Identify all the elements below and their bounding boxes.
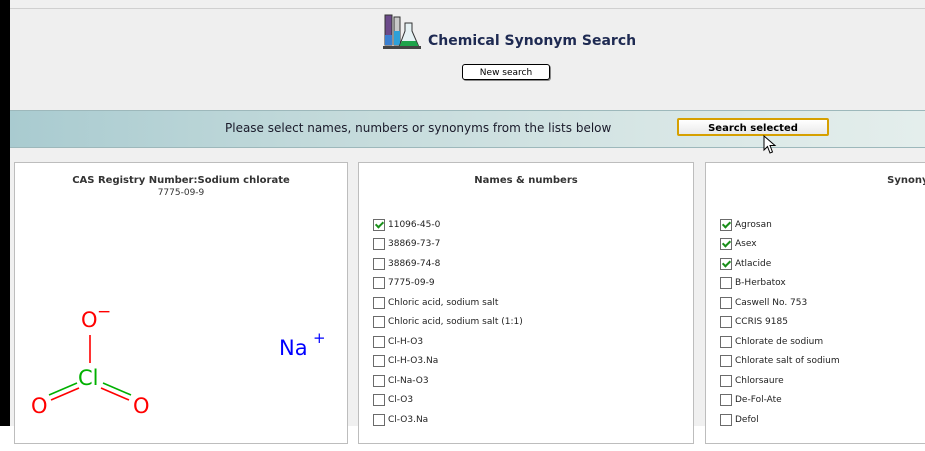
synonyms-list: Agrosan Asex Atlacide B-Herbatox Caswell No.… [720, 215, 840, 430]
checkbox[interactable] [373, 394, 385, 407]
list-item[interactable]: Cl-O3.Na [373, 410, 523, 430]
charge-na: + [313, 329, 326, 347]
molecule-structure: O − Cl O O Na + [31, 302, 326, 418]
list-item[interactable]: 38869-74-8 [373, 254, 523, 274]
search-selected-button[interactable]: Search selected [677, 118, 829, 136]
list-item-label: Chloric acid, sodium salt [388, 297, 499, 308]
list-item-label: Asex [735, 239, 757, 250]
structure-panel: CAS Registry Number:Sodium chlorate 7775… [14, 162, 348, 444]
page-title: Chemical Synonym Search [428, 33, 637, 49]
list-item[interactable]: Asex [720, 235, 840, 255]
list-item[interactable]: Chloric acid, sodium salt (1:1) [373, 313, 523, 333]
list-item-label: Chlorate de sodium [735, 336, 824, 347]
selection-bar: Please select names, numbers or synonyms… [10, 110, 925, 148]
list-item-label: 11096-45-0 [388, 219, 441, 230]
atom-o-top: O [81, 308, 98, 332]
checkbox-checked[interactable] [720, 238, 732, 251]
list-item-label: CCRIS 9185 [735, 317, 788, 328]
atom-cl: Cl [78, 366, 99, 390]
checkbox[interactable] [373, 277, 385, 290]
checkbox[interactable] [373, 335, 385, 348]
list-item[interactable]: Cl-Na-O3 [373, 371, 523, 391]
checkbox-checked[interactable] [720, 218, 732, 231]
mouse-pointer-icon [763, 135, 777, 154]
lab-flasks-icon [383, 14, 421, 49]
checkbox[interactable] [720, 335, 732, 348]
bond-cl-o-left-1 [48, 382, 78, 396]
checkbox[interactable] [373, 296, 385, 309]
checkbox[interactable] [720, 413, 732, 426]
instruction-text: Please select names, numbers or synonyms… [225, 121, 612, 135]
list-item-label: Chloric acid, sodium salt (1:1) [388, 317, 523, 328]
list-item[interactable]: 7775-09-9 [373, 274, 523, 294]
list-item[interactable]: De-Fol-Ate [720, 391, 840, 411]
checkbox[interactable] [373, 238, 385, 251]
atom-na: Na [279, 336, 308, 360]
list-item-label: Cl-O3 [388, 395, 414, 406]
list-item-label: Cl-H-O3.Na [388, 356, 439, 367]
checkbox[interactable] [720, 296, 732, 309]
bond-cl-o-left-2 [50, 387, 80, 401]
list-item[interactable]: Atlacide [720, 254, 840, 274]
list-item-label: Defol [735, 414, 759, 425]
list-item[interactable]: CCRIS 9185 [720, 313, 840, 333]
window-left-border [0, 0, 10, 426]
list-item-label: Cl-Na-O3 [388, 375, 429, 386]
checkbox-checked[interactable] [373, 218, 385, 231]
list-item[interactable]: Caswell No. 753 [720, 293, 840, 313]
list-item-label: 7775-09-9 [388, 278, 435, 289]
checkbox[interactable] [373, 257, 385, 270]
list-item[interactable]: Chlorate salt of sodium [720, 352, 840, 372]
synonyms-heading: Synonyms [887, 175, 925, 186]
list-item-label: Chlorsaure [735, 375, 784, 386]
list-item[interactable]: Cl-H-O3.Na [373, 352, 523, 372]
structure-heading: CAS Registry Number:Sodium chlorate [72, 175, 290, 186]
checkbox[interactable] [373, 355, 385, 368]
list-item[interactable]: Chlorsaure [720, 371, 840, 391]
list-item[interactable]: 38869-73-7 [373, 235, 523, 255]
checkbox[interactable] [720, 316, 732, 329]
checkbox[interactable] [720, 277, 732, 290]
bond-cl-o-right-1 [102, 382, 132, 396]
list-item[interactable]: B-Herbatox [720, 274, 840, 294]
checkbox[interactable] [720, 374, 732, 387]
names-heading: Names & numbers [474, 175, 578, 186]
checkbox[interactable] [373, 316, 385, 329]
list-item-label: Caswell No. 753 [735, 297, 808, 308]
checkbox[interactable] [373, 413, 385, 426]
checkbox[interactable] [373, 374, 385, 387]
atom-o-right: O [133, 394, 150, 418]
names-panel: Names & numbers 11096-45-0 38869-73-7 3886… [358, 162, 694, 444]
list-item[interactable]: Chloric acid, sodium salt [373, 293, 523, 313]
list-item[interactable]: Chlorate de sodium [720, 332, 840, 352]
list-item-label: 38869-73-7 [388, 239, 441, 250]
list-item[interactable]: Cl-O3 [373, 391, 523, 411]
list-item-label: Chlorate salt of sodium [735, 356, 840, 367]
checkbox[interactable] [720, 394, 732, 407]
list-item[interactable]: Defol [720, 410, 840, 430]
bond-cl-o-right-2 [100, 387, 130, 401]
cas-number: 7775-09-9 [157, 188, 205, 198]
list-item-label: 38869-74-8 [388, 258, 441, 269]
list-item[interactable]: Agrosan [720, 215, 840, 235]
list-item[interactable]: Cl-H-O3 [373, 332, 523, 352]
list-item-label: De-Fol-Ate [735, 395, 782, 406]
header: Chemical Synonym Search New search [10, 8, 925, 111]
atom-o-left: O [31, 394, 48, 418]
charge-o-top: − [97, 302, 111, 322]
list-item-label: Cl-O3.Na [388, 414, 429, 425]
list-item-label: Atlacide [735, 258, 772, 269]
list-item-label: Agrosan [735, 219, 772, 230]
synonyms-panel: Synonyms Agrosan Asex Atlacide B-Herbatox Ca… [705, 162, 925, 444]
names-list: 11096-45-0 38869-73-7 38869-74-8 7775-09-9 C… [373, 215, 523, 430]
list-item[interactable]: 11096-45-0 [373, 215, 523, 235]
list-item-label: Cl-H-O3 [388, 336, 424, 347]
checkbox[interactable] [720, 355, 732, 368]
checkbox-checked[interactable] [720, 257, 732, 270]
new-search-button[interactable]: New search [462, 64, 550, 80]
list-item-label: B-Herbatox [735, 278, 786, 289]
